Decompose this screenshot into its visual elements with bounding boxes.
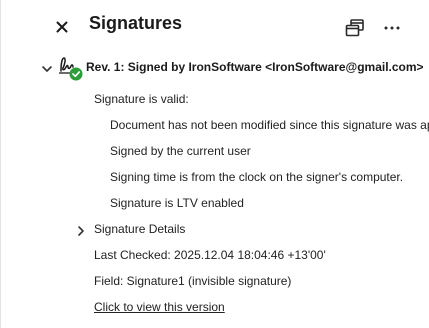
signature-revision-row[interactable]: Rev. 1: Signed by IronSoftware <IronSoft… xyxy=(1,54,429,82)
signature-revision-title[interactable]: Rev. 1: Signed by IronSoftware <IronSoft… xyxy=(86,60,424,74)
panel-title: Signatures xyxy=(89,13,183,33)
detail-not-modified: Document has not been modified since thi… xyxy=(110,118,429,132)
detail-signing-time: Signing time is from the clock on the si… xyxy=(110,170,404,184)
more-options-button[interactable] xyxy=(379,15,405,41)
copy-windows-button[interactable] xyxy=(342,15,368,41)
detail-signed-by-current-user: Signed by the current user xyxy=(110,144,251,158)
signature-details-label[interactable]: Signature Details xyxy=(94,222,185,236)
signatures-panel: Signatures Rev. 1: Signed by IronSoftwar… xyxy=(0,0,429,328)
signature-valid-icon xyxy=(59,57,83,81)
chevron-down-icon[interactable] xyxy=(41,63,53,75)
copy-windows-icon xyxy=(345,19,364,37)
more-horizontal-icon xyxy=(384,26,400,30)
validity-status: Signature is valid: xyxy=(94,92,189,106)
signature-field: Field: Signature1 (invisible signature) xyxy=(94,274,292,288)
detail-ltv-enabled: Signature is LTV enabled xyxy=(110,196,244,210)
close-button[interactable] xyxy=(51,16,73,38)
chevron-right-icon[interactable] xyxy=(75,225,87,237)
close-icon xyxy=(56,21,68,33)
view-version-link[interactable]: Click to view this version xyxy=(94,300,225,314)
last-checked: Last Checked: 2025.12.04 18:04:46 +13'00… xyxy=(94,248,326,262)
